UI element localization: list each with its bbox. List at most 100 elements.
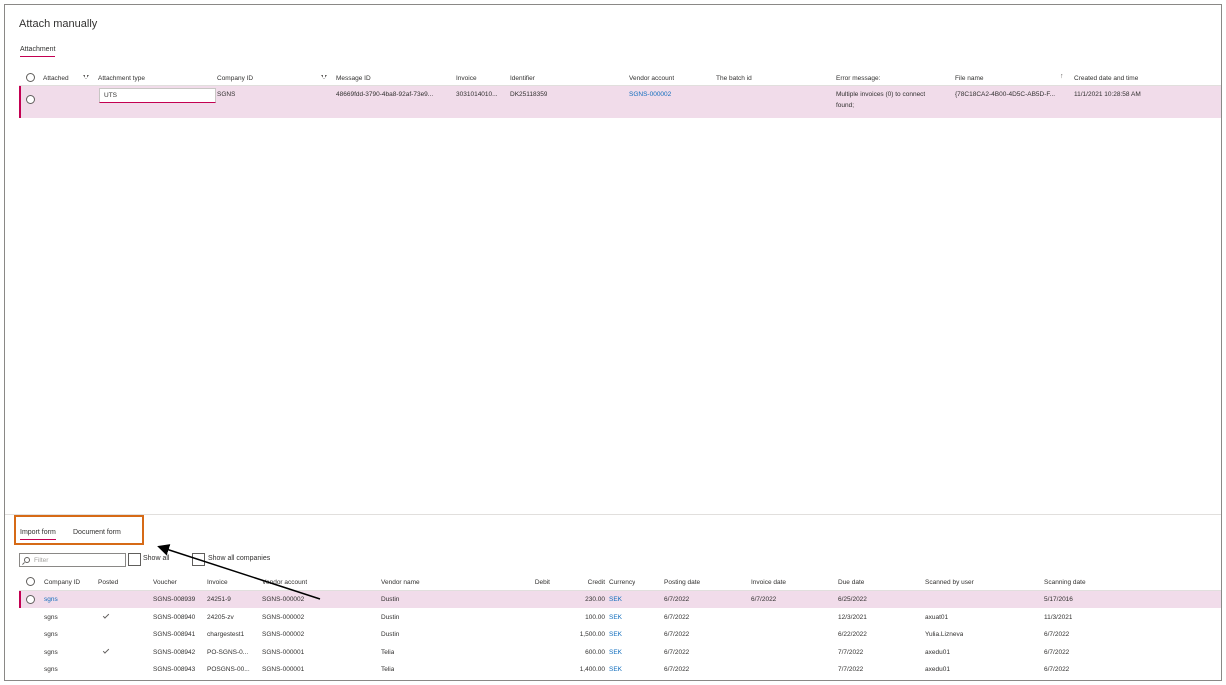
section-divider [5, 514, 1221, 515]
attachment-grid-header: Attached Attachment type Company ID Mess… [19, 70, 1221, 86]
invoice-cell: 3031014010... [456, 91, 498, 98]
vendor-name-cell: Dustin [381, 613, 400, 621]
vendor-account-cell: SGNS-000001 [262, 666, 305, 674]
filter-icon[interactable] [83, 75, 89, 79]
col-company-id[interactable]: Company ID [44, 579, 80, 586]
table-row[interactable]: sgns SGNS-008940 24205-zv SGNS-000002 Dustin… [19, 609, 1221, 626]
message-id-cell: 48669fdd-3790-4ba8-92af-73e9... [336, 91, 434, 98]
voucher-cell: SGNS-008939 [153, 596, 196, 603]
col-invoice[interactable]: Invoice [207, 579, 228, 586]
table-row[interactable]: sgns SGNS-008941 chargestest1 SGNS-000002 Du… [19, 626, 1221, 643]
scanned-by-cell: axuat01 [925, 613, 949, 621]
posting-date-cell: 6/7/2022 [664, 631, 690, 639]
due-date-cell: 7/7/2022 [838, 666, 864, 674]
scanning-date-cell: 6/7/2022 [1044, 631, 1070, 639]
due-date-cell: 7/7/2022 [838, 648, 864, 656]
filter-icon[interactable] [321, 75, 327, 79]
credit-cell: 100.00 [585, 613, 605, 621]
search-icon [24, 557, 30, 563]
col-invoice-date[interactable]: Invoice date [751, 579, 786, 586]
attachment-type-value: UTS [104, 92, 117, 99]
table-row[interactable]: UTS SGNS 48669fdd-3790-4ba8-92af-73e9...… [19, 86, 1221, 118]
col-identifier[interactable]: Identifier [510, 75, 535, 82]
show-all-checkbox[interactable] [128, 553, 141, 566]
invoice-cell: 24251-9 [207, 596, 231, 603]
col-created[interactable]: Created date and time [1074, 75, 1138, 82]
col-posting-date[interactable]: Posting date [664, 579, 700, 586]
attachment-grid: Attached Attachment type Company ID Mess… [19, 70, 1221, 510]
col-file-name[interactable]: File name [955, 75, 984, 82]
col-due-date[interactable]: Due date [838, 579, 864, 586]
tab-document-form[interactable]: Document form [73, 529, 121, 536]
vendor-name-cell: Dustin [381, 631, 400, 639]
vendor-name-cell: Telia [381, 648, 395, 656]
row-select-radio[interactable] [26, 95, 35, 104]
credit-cell: 600.00 [585, 648, 605, 656]
credit-cell: 1,400.00 [579, 666, 605, 674]
table-row[interactable]: sgns SGNS-008942 PO-SGNS-0... SGNS-000001 Te… [19, 644, 1221, 661]
currency-cell: SEK [609, 596, 623, 603]
col-posted[interactable]: Posted [98, 579, 118, 586]
col-attachment-type[interactable]: Attachment type [98, 75, 145, 82]
invoice-grid: Company ID Posted Voucher Invoice Vendor… [19, 575, 1221, 681]
posting-date-cell: 6/7/2022 [664, 613, 690, 621]
voucher-cell: SGNS-008943 [153, 666, 196, 674]
sort-ascending-icon[interactable]: ↑ [1060, 73, 1064, 80]
col-voucher[interactable]: Voucher [153, 579, 177, 586]
scanning-date-cell: 5/17/2016 [1044, 596, 1073, 603]
show-all-companies-label: Show all companies [208, 555, 271, 562]
select-all-radio[interactable] [26, 73, 35, 82]
due-date-cell: 6/22/2022 [838, 631, 867, 639]
tab-attachment[interactable]: Attachment [20, 46, 56, 57]
col-batch-id[interactable]: The batch id [716, 75, 752, 82]
col-vendor-account[interactable]: Vendor account [629, 75, 674, 82]
company-id-cell: sgns [44, 613, 58, 621]
col-invoice[interactable]: Invoice [456, 75, 477, 82]
col-error-message[interactable]: Error message: [836, 75, 880, 82]
page-title: Attach manually [19, 18, 98, 30]
voucher-cell: SGNS-008940 [153, 613, 196, 621]
due-date-cell: 6/25/2022 [838, 596, 867, 603]
col-scanning-date[interactable]: Scanning date [1044, 579, 1086, 586]
col-scanned-by[interactable]: Scanned by user [925, 579, 974, 586]
scanning-date-cell: 6/7/2022 [1044, 648, 1070, 656]
vendor-name-cell: Telia [381, 666, 395, 674]
invoice-cell: 24205-zv [207, 613, 234, 621]
company-id-cell: sgns [44, 596, 58, 603]
vendor-account-link[interactable]: SGNS-000002 [629, 91, 671, 98]
file-name-cell: {78C18CA2-4B00-4D5C-AB5D-F... [955, 91, 1056, 98]
credit-cell: 1,500.00 [579, 631, 605, 639]
col-company-id[interactable]: Company ID [217, 75, 253, 82]
col-credit[interactable]: Credit [569, 579, 605, 586]
row-select-radio[interactable] [26, 595, 35, 604]
invoice-cell: chargestest1 [207, 631, 245, 639]
col-debit[interactable]: Debit [516, 579, 550, 586]
created-cell: 11/1/2021 10:28:58 AM [1074, 91, 1141, 98]
due-date-cell: 12/3/2021 [838, 613, 867, 621]
show-all-companies-checkbox[interactable] [192, 553, 205, 566]
invoice-grid-header: Company ID Posted Voucher Invoice Vendor… [19, 575, 1221, 591]
select-all-radio[interactable] [26, 577, 35, 586]
col-attached[interactable]: Attached [43, 75, 69, 82]
invoice-cell: PO-SGNS-0... [207, 648, 249, 656]
col-currency[interactable]: Currency [609, 579, 635, 586]
posted-check-icon [102, 611, 110, 619]
voucher-cell: SGNS-008942 [153, 648, 196, 656]
attachment-type-field[interactable]: UTS [99, 88, 216, 103]
scanned-by-cell: axedu01 [925, 648, 950, 656]
error-message-cell-line2: found; [836, 102, 855, 109]
scanning-date-cell: 11/3/2021 [1044, 613, 1073, 621]
col-message-id[interactable]: Message ID [336, 75, 371, 82]
col-vendor-name[interactable]: Vendor name [381, 579, 420, 586]
posted-check-icon [102, 647, 110, 654]
tab-import-form[interactable]: Import form [20, 529, 56, 540]
table-row[interactable]: sgns SGNS-008939 24251-9 SGNS-000002 Dustin 2… [19, 591, 1221, 608]
company-id-cell: SGNS [217, 91, 236, 98]
show-all-label: Show all [143, 555, 170, 562]
invoice-date-cell: 6/7/2022 [751, 596, 777, 603]
col-vendor-account[interactable]: Vendor account [262, 579, 307, 586]
table-row[interactable]: sgns SGNS-008943 POSGNS-00... SGNS-000001 Te… [19, 661, 1221, 678]
scanning-date-cell: 6/7/2022 [1044, 666, 1070, 674]
error-message-cell: Multiple invoices (0) to connect [836, 91, 926, 98]
filter-input[interactable]: Filter [19, 553, 126, 567]
